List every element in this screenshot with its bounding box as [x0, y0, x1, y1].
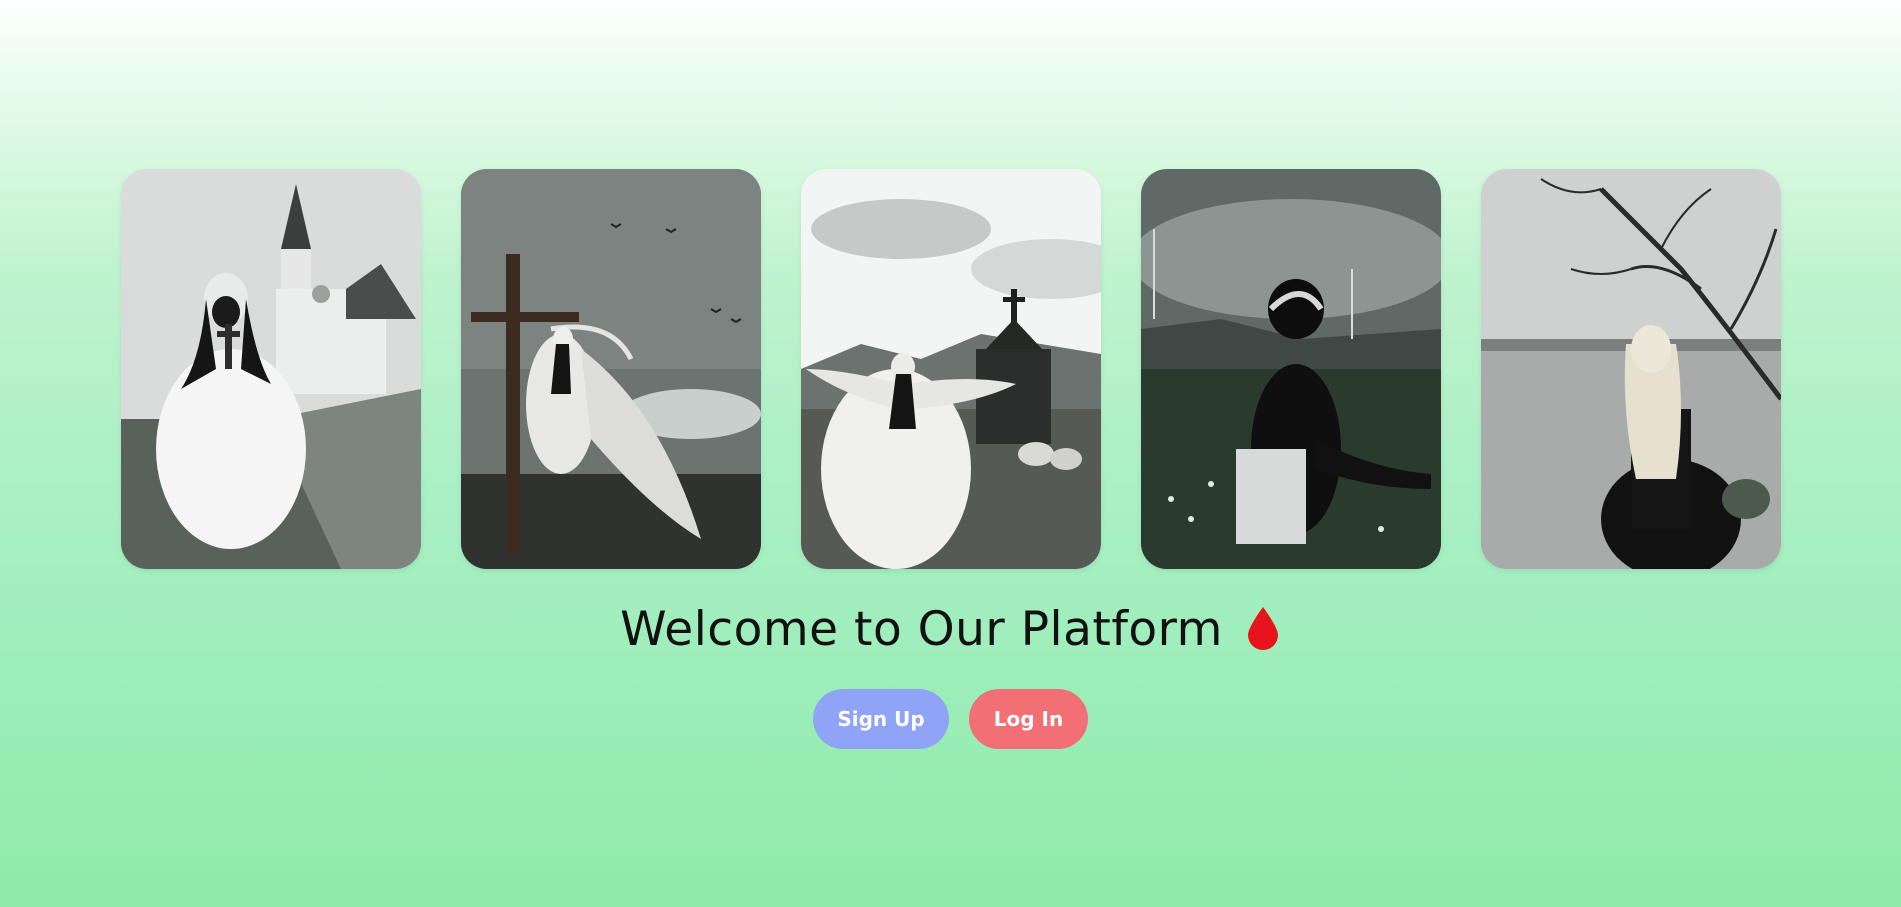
gallery-image-5	[1481, 169, 1781, 569]
gallery-image-2	[461, 169, 761, 569]
page-title: Welcome to Our Platform	[620, 602, 1223, 657]
image-gallery	[121, 169, 1781, 569]
auth-actions: Sign Up Log In	[0, 689, 1901, 749]
gallery-image-4	[1141, 169, 1441, 569]
gallery-image-3	[801, 169, 1101, 569]
blood-drop-icon	[1245, 605, 1281, 651]
hero-heading: Welcome to Our Platform	[0, 602, 1901, 657]
log-in-button[interactable]: Log In	[969, 689, 1088, 749]
gallery-image-1	[121, 169, 421, 569]
sign-up-button[interactable]: Sign Up	[813, 689, 949, 749]
